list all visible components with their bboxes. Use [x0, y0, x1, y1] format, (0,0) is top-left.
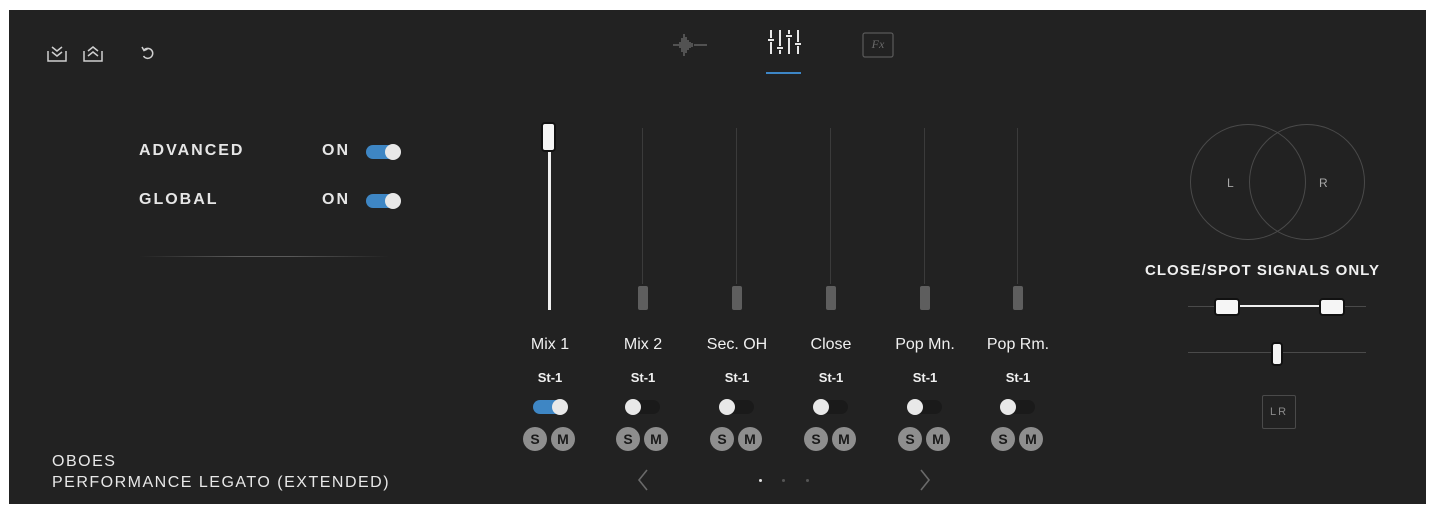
toggle-knob	[552, 399, 568, 415]
solo-button[interactable]: S	[616, 427, 640, 451]
channel-output[interactable]: St-1	[603, 370, 683, 385]
close-spot-signals-label[interactable]: CLOSE/SPOT SIGNALS ONLY	[1145, 262, 1380, 279]
advanced-value: ON	[322, 142, 350, 159]
chevron-left-icon	[637, 469, 648, 491]
upload-preset-icon[interactable]	[82, 43, 106, 63]
channel-strip: Mix 2 St-1 S M	[603, 120, 683, 460]
mute-button[interactable]: M	[926, 427, 950, 451]
fader-handle[interactable]	[1011, 284, 1025, 312]
width-slider-range	[1230, 305, 1330, 307]
fader-level	[548, 132, 551, 310]
channel-toggle[interactable]	[1000, 399, 1035, 415]
fader-track[interactable]	[924, 128, 925, 298]
solo-button[interactable]: S	[804, 427, 828, 451]
width-right-handle[interactable]	[1319, 298, 1345, 316]
page-dot-1[interactable]	[759, 479, 762, 482]
page-dot-2[interactable]	[782, 479, 785, 482]
fader-handle[interactable]	[730, 284, 744, 312]
fx-tab[interactable]: Fx	[862, 32, 894, 58]
mixer-panel: Fx ADVANCED ON GLOBAL ON Mix 1 St-1 S M …	[9, 10, 1426, 504]
mixer-tab[interactable]	[766, 28, 802, 68]
channel-output[interactable]: St-1	[885, 370, 965, 385]
toggle-knob	[385, 144, 401, 160]
right-channel-circle	[1249, 124, 1365, 240]
channel-name: Sec. OH	[706, 336, 768, 353]
mixer-icon	[768, 30, 801, 54]
global-label: GLOBAL	[139, 191, 219, 208]
channel-strip: Close St-1 S M	[791, 120, 871, 460]
fader-track[interactable]	[642, 128, 643, 298]
channel-name: Mix 1	[530, 336, 570, 353]
channel-toggle[interactable]	[813, 399, 848, 415]
fader-handle[interactable]	[541, 122, 556, 152]
fader-handle[interactable]	[918, 284, 932, 312]
lr-swap-button[interactable]: LR	[1262, 395, 1296, 429]
page-dot-3[interactable]	[806, 479, 809, 482]
toggle-knob	[719, 399, 735, 415]
fader-track[interactable]	[830, 128, 831, 298]
width-left-handle[interactable]	[1214, 298, 1240, 316]
download-preset-icon[interactable]	[46, 43, 70, 63]
toggle-knob	[625, 399, 641, 415]
previous-page-button[interactable]	[636, 468, 650, 492]
channel-strip: Pop Rm. St-1 S M	[978, 120, 1058, 460]
toggle-knob	[813, 399, 829, 415]
channel-name: Close	[810, 336, 852, 353]
channel-output[interactable]: St-1	[978, 370, 1058, 385]
channel-output[interactable]: St-1	[791, 370, 871, 385]
channel-toggle[interactable]	[719, 399, 754, 415]
solo-button[interactable]: S	[710, 427, 734, 451]
channel-name: Pop Mn.	[895, 336, 955, 353]
channel-toggle[interactable]	[907, 399, 942, 415]
channel-toggle[interactable]	[533, 399, 568, 415]
right-label: R	[1319, 176, 1328, 190]
solo-button[interactable]: S	[991, 427, 1015, 451]
advanced-label: ADVANCED	[139, 142, 245, 159]
mute-button[interactable]: M	[551, 427, 575, 451]
fader-track[interactable]	[736, 128, 737, 298]
mute-button[interactable]: M	[832, 427, 856, 451]
fader-track[interactable]	[1017, 128, 1018, 298]
left-label: L	[1227, 176, 1234, 190]
solo-button[interactable]: S	[523, 427, 547, 451]
instrument-name: OBOES	[52, 453, 117, 470]
mute-button[interactable]: M	[1019, 427, 1043, 451]
channel-output[interactable]: St-1	[510, 370, 590, 385]
channel-strip: Pop Mn. St-1 S M	[885, 120, 965, 460]
channel-strip: Mix 1 St-1 S M	[510, 120, 590, 460]
fader-handle[interactable]	[824, 284, 838, 312]
channel-toggle[interactable]	[625, 399, 660, 415]
toggle-knob	[907, 399, 923, 415]
toggle-knob	[385, 193, 401, 209]
toggle-knob	[1000, 399, 1016, 415]
divider	[139, 256, 389, 257]
channel-strip: Sec. OH St-1 S M	[697, 120, 777, 460]
active-tab-indicator	[766, 72, 801, 74]
channel-name: Mix 2	[623, 336, 663, 353]
undo-icon[interactable]	[140, 45, 156, 65]
waveform-icon	[673, 34, 707, 56]
fx-label: Fx	[871, 37, 885, 51]
waveform-tab[interactable]	[671, 32, 709, 72]
chevron-right-icon	[920, 469, 931, 491]
next-page-button[interactable]	[918, 468, 932, 492]
global-toggle[interactable]	[366, 193, 401, 209]
channel-name: Pop Rm.	[986, 336, 1050, 353]
global-value: ON	[322, 191, 350, 208]
articulation-name: PERFORMANCE LEGATO (EXTENDED)	[52, 474, 391, 491]
solo-button[interactable]: S	[898, 427, 922, 451]
channel-output[interactable]: St-1	[697, 370, 777, 385]
pan-handle[interactable]	[1271, 342, 1283, 366]
mute-button[interactable]: M	[738, 427, 762, 451]
fader-handle[interactable]	[636, 284, 650, 312]
mute-button[interactable]: M	[644, 427, 668, 451]
advanced-toggle[interactable]	[366, 144, 401, 160]
